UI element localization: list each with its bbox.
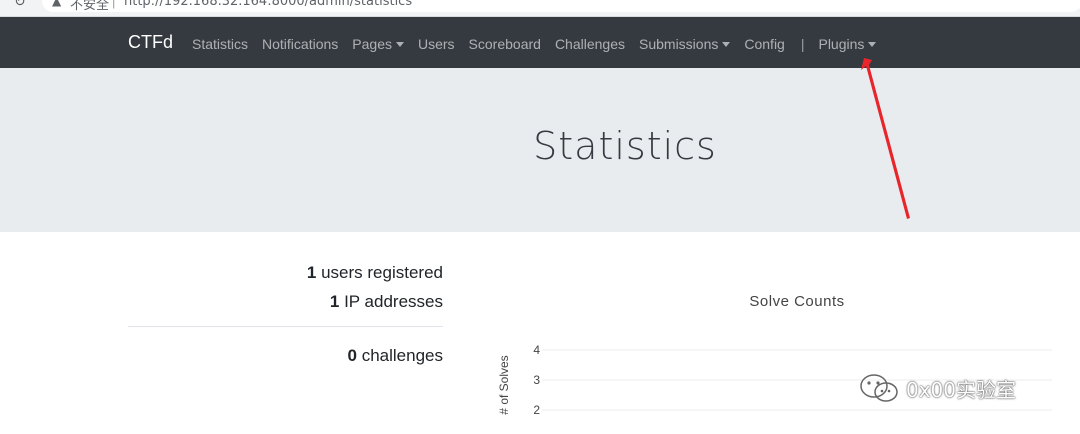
security-label[interactable]: 不安全: [70, 0, 109, 13]
nav-scoreboard[interactable]: Scoreboard: [469, 36, 541, 52]
url-separator: |: [112, 0, 116, 9]
chart-y-tick-label: 2: [533, 403, 540, 417]
chart-y-axis-label: # of Solves: [497, 355, 511, 414]
caret-down-icon: [868, 41, 877, 47]
page-title: Statistics: [533, 124, 717, 168]
ip-addresses-stat: 1 IP addresses: [329, 292, 443, 311]
challenges-stat: 0 challenges: [347, 346, 443, 365]
nav-submissions-dropdown[interactable]: Submissions: [639, 36, 731, 52]
chart-title: Solve Counts: [749, 293, 844, 310]
chart-svg: Solve Counts # of Solves 4 3 2: [497, 293, 1052, 417]
wechat-logo-icon: [860, 374, 898, 402]
users-registered-stat: 1 users registered: [306, 263, 443, 282]
nav-links: Statistics Notifications Pages Users Sco…: [192, 34, 890, 54]
nav-notifications[interactable]: Notifications: [262, 36, 338, 52]
nav-plugins-dropdown[interactable]: Plugins: [818, 36, 877, 52]
browser-address-bar: ↻ ▲ 不安全 | http://192.168.32.164:8000/adm…: [0, 0, 1080, 17]
stats-summary: 1 users registered 1 IP addresses 0 chal…: [128, 262, 443, 374]
watermark: 0x00实验室: [858, 368, 1058, 408]
chart-y-tick-label: 3: [533, 373, 540, 387]
chart-y-tick-label: 4: [533, 343, 540, 357]
page-header: Statistics: [0, 68, 1080, 232]
nav-config[interactable]: Config: [744, 36, 784, 52]
caret-down-icon: [395, 41, 404, 47]
nav-users[interactable]: Users: [418, 36, 455, 52]
warning-icon[interactable]: ▲: [52, 0, 61, 8]
nav-pages-dropdown[interactable]: Pages: [352, 36, 404, 52]
nav-divider: |: [800, 36, 805, 52]
solve-counts-chart: Solve Counts # of Solves 4 3 2: [496, 285, 1066, 434]
caret-down-icon: [722, 41, 731, 47]
reload-icon[interactable]: ↻: [14, 0, 26, 10]
admin-navbar: CTFd Statistics Notifications Pages User…: [0, 17, 1080, 68]
nav-challenges[interactable]: Challenges: [555, 36, 625, 52]
brand-logo[interactable]: CTFd: [128, 32, 173, 53]
url-text[interactable]: http://192.168.32.164:8000/admin/statist…: [124, 0, 412, 9]
watermark-text: 0x00实验室: [906, 377, 1017, 402]
nav-statistics[interactable]: Statistics: [192, 36, 248, 52]
